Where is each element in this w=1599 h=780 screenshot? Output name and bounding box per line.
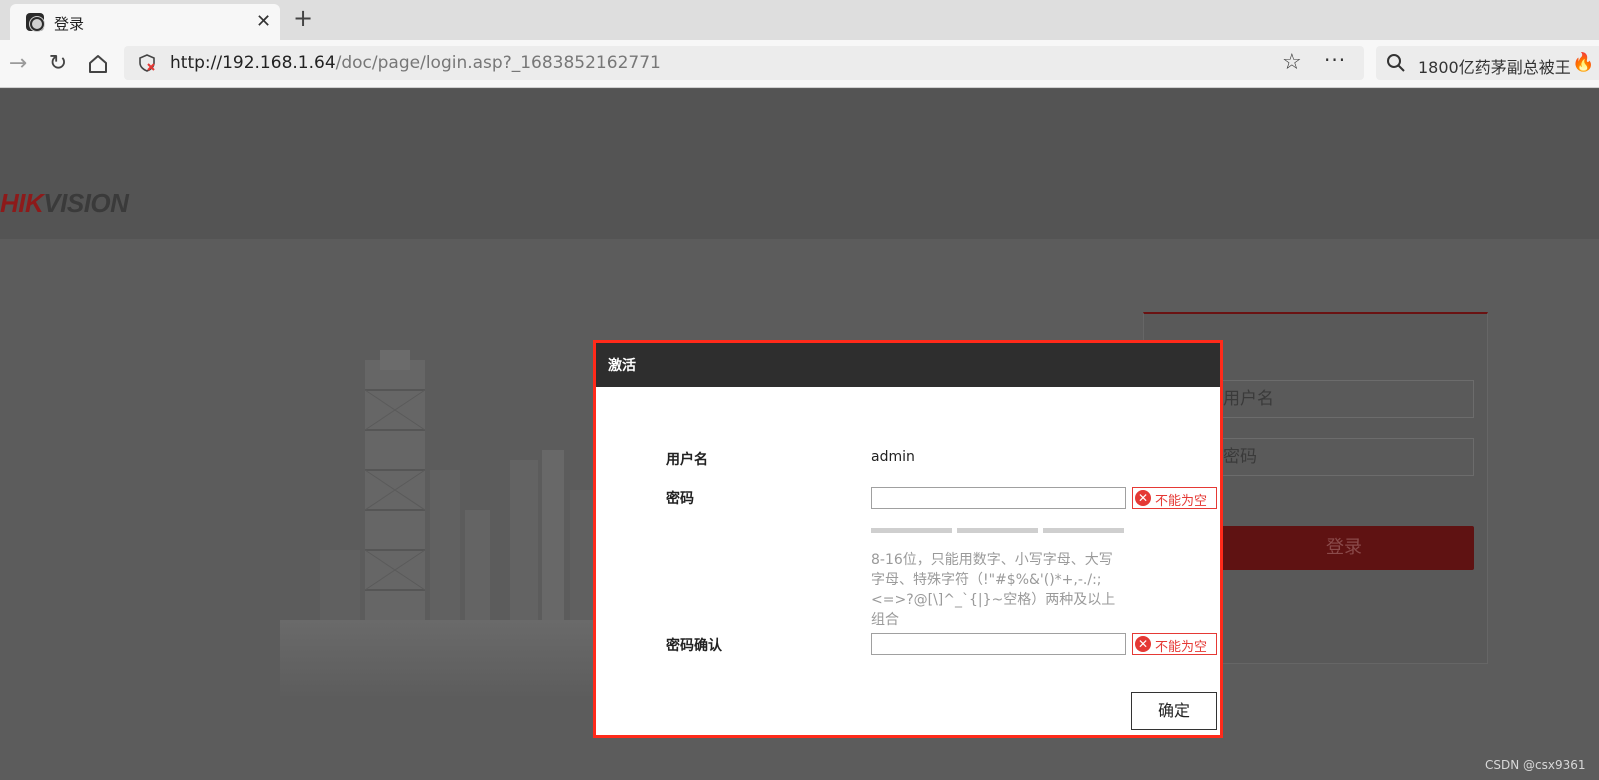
- password-hint: 8-16位，只能用数字、小写字母、大写字母、特殊字符（!"#$%&'()*+,-…: [871, 552, 1116, 628]
- username-label: 用户名: [666, 452, 708, 468]
- confirm-password-input[interactable]: [871, 633, 1126, 655]
- page-header: [0, 89, 1599, 239]
- close-icon[interactable]: ✕: [256, 11, 271, 32]
- forward-icon[interactable]: →: [4, 50, 32, 78]
- ok-button[interactable]: 确定: [1131, 692, 1217, 730]
- password-error-badge: ✕ 不能为空: [1132, 487, 1217, 509]
- more-options-icon[interactable]: ···: [1324, 48, 1346, 72]
- address-bar[interactable]: http://192.168.1.64/doc/page/login.asp?_…: [124, 46, 1364, 80]
- strength-bar-weak: [871, 528, 952, 533]
- fire-icon: 🔥: [1572, 52, 1595, 73]
- error-icon: ✕: [1135, 636, 1151, 652]
- activation-dialog: 激活 用户名 admin 密码 ✕ 不能为空 8-16位，只能用数字、小写字母、…: [593, 340, 1223, 738]
- reload-icon[interactable]: ↻: [44, 50, 72, 78]
- logo-hik: HIK: [0, 188, 44, 218]
- url-text: http://192.168.1.64/doc/page/login.asp?_…: [170, 53, 661, 73]
- home-icon[interactable]: [84, 50, 112, 78]
- new-tab-icon[interactable]: +: [293, 4, 313, 32]
- url-path: /doc/page/login.asp?_1683852162771: [335, 53, 661, 73]
- search-suggestion: 1800亿药茅副总被王: [1418, 58, 1571, 77]
- strength-bar-strong: [1043, 528, 1124, 533]
- strength-bar-medium: [957, 528, 1038, 533]
- watermark: CSDN @csx9361: [1485, 758, 1586, 772]
- camera-favicon-icon: [26, 13, 44, 31]
- browser-navbar: → ↻ http://192.168.1.64/doc/page/login.a…: [0, 40, 1599, 88]
- browser-tab[interactable]: 登录 ✕: [10, 4, 280, 40]
- confirm-password-label: 密码确认: [666, 638, 722, 654]
- search-box[interactable]: 1800亿药茅副总被王 🔥: [1376, 46, 1599, 80]
- login-button[interactable]: 登录: [1214, 526, 1474, 570]
- browser-tabbar: 登录 ✕ +: [0, 0, 1599, 40]
- login-username-input[interactable]: 用户名: [1214, 380, 1474, 418]
- username-value: admin: [871, 449, 915, 465]
- search-icon: [1387, 54, 1405, 72]
- bookmark-star-icon[interactable]: ☆: [1282, 50, 1302, 75]
- insecure-shield-icon: [139, 54, 155, 72]
- dialog-header: 激活: [596, 343, 1220, 387]
- error-icon: ✕: [1135, 490, 1151, 506]
- password-error-text: 不能为空: [1155, 494, 1208, 509]
- password-input[interactable]: [871, 487, 1126, 509]
- dialog-title: 激活: [608, 358, 636, 374]
- tab-title: 登录: [54, 15, 85, 33]
- url-host: http://192.168.1.64: [170, 53, 336, 73]
- hikvision-logo: HIKVISION: [0, 188, 129, 219]
- confirm-error-badge: ✕ 不能为空: [1132, 633, 1217, 655]
- login-password-input[interactable]: 密码: [1214, 438, 1474, 476]
- password-label: 密码: [666, 491, 694, 507]
- confirm-error-text: 不能为空: [1155, 640, 1208, 655]
- logo-vision: VISION: [43, 188, 129, 218]
